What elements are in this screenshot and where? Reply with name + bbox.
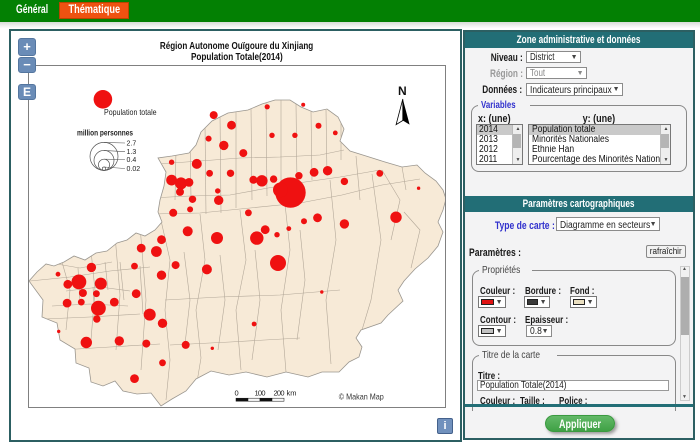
- svg-text:Population totale: Population totale: [104, 107, 157, 117]
- svg-text:million personnes: million personnes: [77, 128, 133, 138]
- svg-text:200: 200: [274, 389, 285, 398]
- svg-text:0: 0: [235, 389, 239, 398]
- svg-text:2.7: 2.7: [127, 141, 137, 148]
- svg-text:© Makan Map: © Makan Map: [339, 391, 384, 401]
- svg-text:0.02: 0.02: [127, 166, 141, 173]
- svg-text:1.3: 1.3: [127, 149, 137, 156]
- svg-text:km: km: [287, 389, 297, 398]
- svg-text:0.4: 0.4: [127, 157, 137, 164]
- svg-text:N: N: [398, 84, 407, 98]
- svg-text:100: 100: [255, 389, 266, 398]
